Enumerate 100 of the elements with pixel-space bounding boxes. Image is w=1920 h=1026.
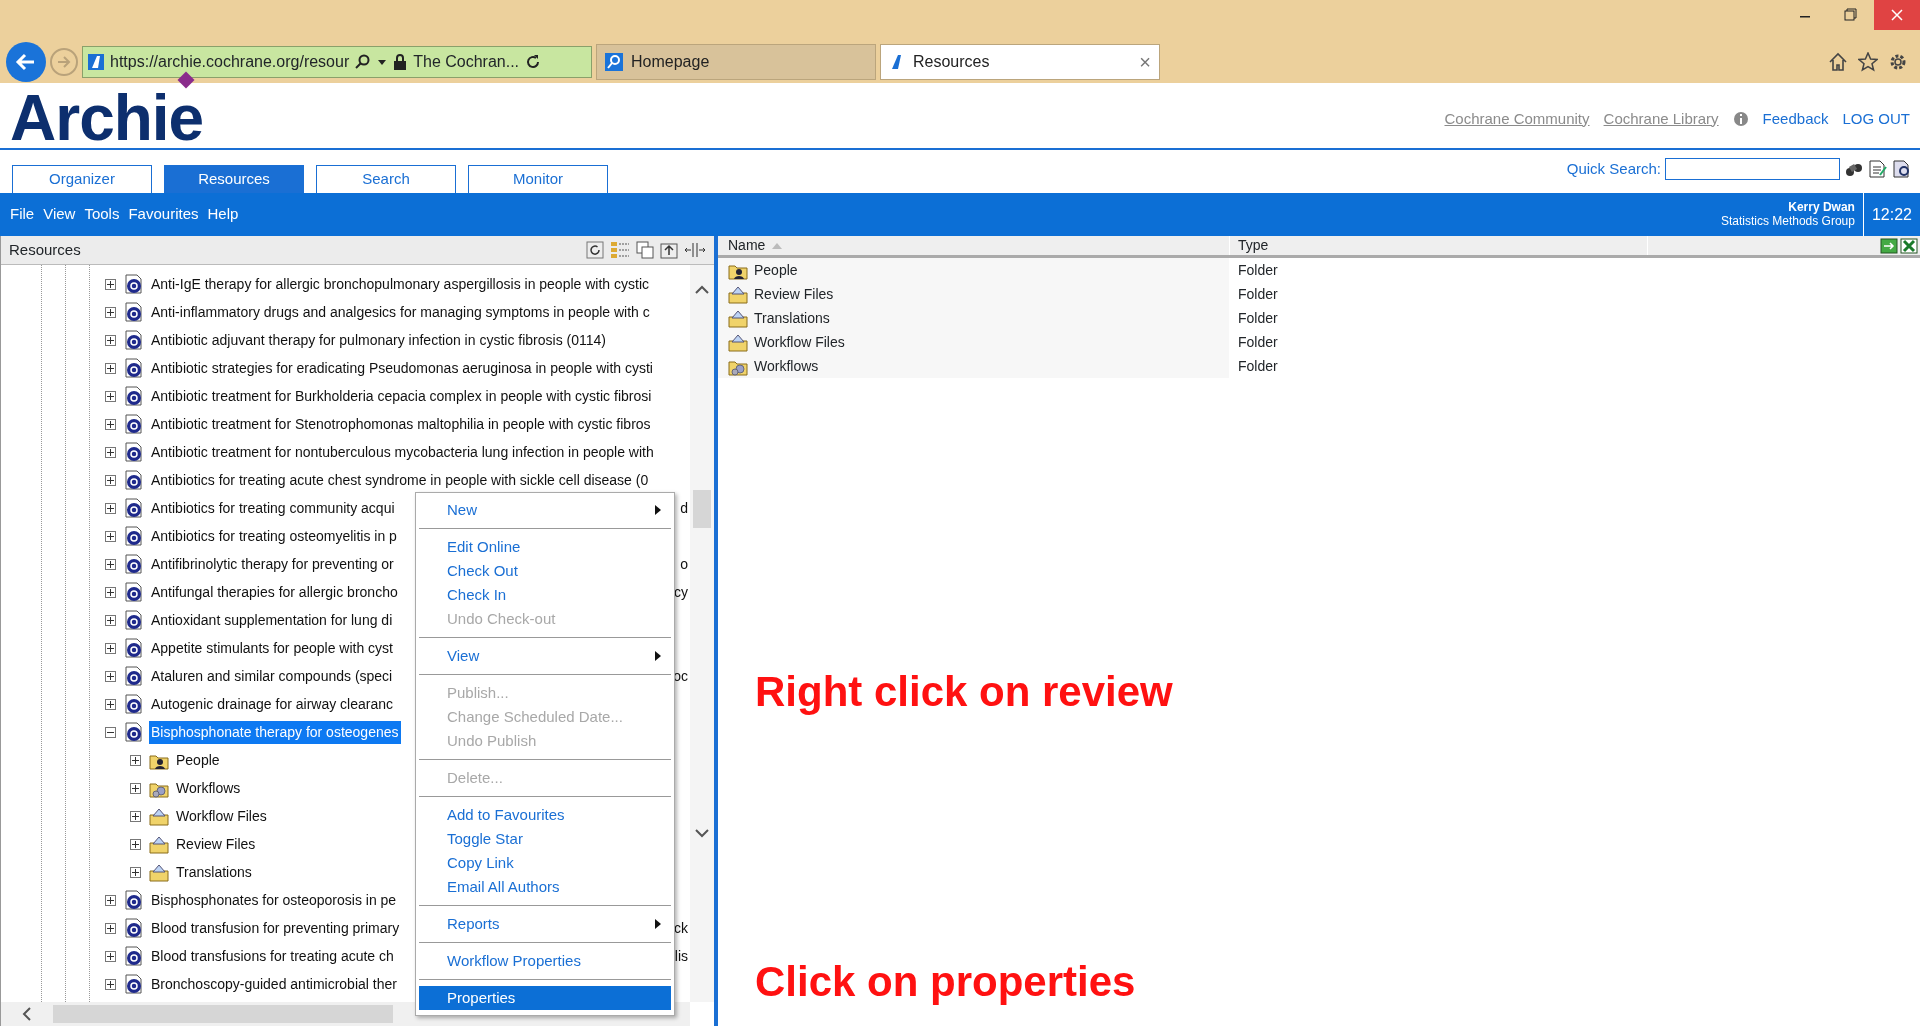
tree-item[interactable]: Autogenic drainage for airway clearanc	[149, 692, 396, 716]
menu-item[interactable]: Help	[207, 203, 239, 226]
expand-icon[interactable]	[105, 446, 116, 458]
refresh-icon[interactable]	[586, 241, 604, 259]
context-menu-item[interactable]: View	[419, 644, 671, 668]
expand-icon[interactable]	[105, 278, 116, 290]
browser-tab[interactable]: Resources ×	[880, 44, 1160, 80]
expand-icon[interactable]	[130, 866, 141, 878]
nav-tab[interactable]: Monitor	[468, 165, 608, 193]
tree-item[interactable]: Antibiotic strategies for eradicating Pseudomonas aeruginosa in people with cysti	[149, 356, 655, 380]
menu-item[interactable]: View	[43, 203, 76, 226]
scroll-up-icon[interactable]	[694, 285, 710, 295]
expand-icon[interactable]	[105, 390, 116, 402]
context-menu-item[interactable]: Check In	[419, 583, 671, 607]
tree-item[interactable]: Antibiotics for treating community acqui	[149, 496, 397, 520]
tree-item[interactable]: Bronchoscopy-guided antimicrobial ther	[149, 972, 399, 996]
expand-icon[interactable]	[105, 614, 116, 626]
tree-item[interactable]: Antioxidant supplementation for lung di	[149, 608, 395, 632]
list-item[interactable]: Workflow Files	[754, 331, 845, 353]
expand-icon[interactable]	[105, 558, 116, 570]
tree-item[interactable]: Antifibrinolytic therapy for preventing or	[149, 552, 396, 576]
context-menu-item[interactable]: Add to Favourites	[419, 803, 671, 827]
expand-icon[interactable]	[105, 894, 116, 906]
tree-item[interactable]: Antibiotic adjuvant therapy for pulmonary infection in cystic fibrosis (0114)	[149, 328, 608, 352]
expand-icon[interactable]	[105, 586, 116, 598]
collapse-icon[interactable]	[105, 726, 116, 738]
expand-icon[interactable]	[105, 698, 116, 710]
context-menu-item[interactable]: New	[419, 498, 671, 522]
tree-item[interactable]: People	[174, 748, 222, 772]
list-item[interactable]: Review Files	[754, 283, 834, 305]
column-header[interactable]: Type	[1238, 235, 1269, 256]
expand-icon[interactable]	[105, 530, 116, 542]
header-link[interactable]: LOG OUT	[1842, 107, 1910, 130]
expand-icon[interactable]	[105, 978, 116, 990]
vertical-scrollbar[interactable]	[690, 265, 714, 1002]
tree-item[interactable]: Antifungal therapies for allergic broncho	[149, 580, 400, 604]
tree-item[interactable]: Anti-IgE therapy for allergic bronchopulmonary aspergillosis in people with cystic	[149, 272, 652, 296]
scroll-left-icon[interactable]	[21, 1006, 33, 1022]
expand-icon[interactable]	[130, 838, 141, 850]
scrollbar-thumb[interactable]	[53, 1005, 393, 1023]
context-menu-item[interactable]: Check Out	[419, 559, 671, 583]
browser-tab[interactable]: Homepage	[596, 44, 876, 80]
tree-item[interactable]: Antibiotic treatment for Stenotrophomonas maltophilia in people with cystic fibros	[149, 412, 653, 436]
export-icon[interactable]	[1880, 237, 1898, 254]
expand-icon[interactable]	[105, 922, 116, 934]
context-menu-item[interactable]: Email All Authors	[419, 875, 671, 899]
tree-item[interactable]: Bisphosphonate therapy for osteogenes	[149, 720, 401, 744]
tree-item[interactable]: Translations	[174, 860, 254, 884]
header-link[interactable]: Feedback	[1762, 107, 1829, 130]
refresh-icon[interactable]	[525, 54, 542, 70]
header-link[interactable]: Cochrane Library	[1603, 107, 1719, 130]
tree-item[interactable]: Blood transfusion for preventing primary	[149, 916, 402, 940]
nav-tab[interactable]: Organizer	[12, 165, 152, 193]
address-bar[interactable]: https://archie.cochrane.org/resour The Cochran...	[82, 46, 592, 78]
list-item[interactable]: People	[754, 259, 798, 281]
expand-icon[interactable]	[105, 362, 116, 374]
tree-item[interactable]: Antibiotic treatment for Burkholderia cepacia complex in people with cystic fibrosi	[149, 384, 654, 408]
expand-icon[interactable]	[105, 670, 116, 682]
tree-item[interactable]: Bisphosphonates for osteoporosis in pe	[149, 888, 399, 912]
tree-item[interactable]: Workflow Files	[174, 804, 269, 828]
menu-item[interactable]: File	[10, 203, 35, 226]
tree-item[interactable]: Antibiotics for treating acute chest syndrome in people with sickle cell disease (0	[149, 468, 651, 492]
tree-item[interactable]: Ataluren and similar compounds (speci	[149, 664, 395, 688]
scrollbar-thumb[interactable]	[693, 490, 711, 528]
context-menu-item[interactable]: Reports	[419, 912, 671, 936]
context-menu-item[interactable]: Copy Link	[419, 851, 671, 875]
expand-icon[interactable]	[130, 754, 141, 766]
archie-logo[interactable]: Archie	[10, 82, 204, 156]
settings-icon[interactable]	[1888, 52, 1908, 72]
nav-tab[interactable]: Search	[316, 165, 456, 193]
tree-item[interactable]: Antibiotic treatment for nontuberculous mycobacteria lung infection in people with	[149, 440, 656, 464]
copy-icon[interactable]	[636, 241, 654, 259]
expand-icon[interactable]	[105, 474, 116, 486]
context-menu-item[interactable]: Edit Online	[419, 535, 671, 559]
expand-icon[interactable]	[105, 502, 116, 514]
document-search-icon[interactable]	[1892, 159, 1912, 180]
expand-icon[interactable]	[130, 810, 141, 822]
menu-item[interactable]: Tools	[84, 203, 120, 226]
excel-icon[interactable]	[1900, 237, 1918, 254]
back-button[interactable]	[6, 42, 46, 82]
tree-item[interactable]: Workflows	[174, 776, 243, 800]
tree-item[interactable]: Antibiotics for treating osteomyelitis in p	[149, 524, 399, 548]
folder-up-icon[interactable]	[660, 241, 678, 259]
scroll-down-icon[interactable]	[694, 828, 710, 838]
expand-icon[interactable]	[105, 642, 116, 654]
info-icon[interactable]	[1732, 110, 1749, 127]
tree-item[interactable]: Appetite stimulants for people with cyst	[149, 636, 395, 660]
column-header[interactable]: Name	[728, 235, 766, 256]
list-item[interactable]: Workflows	[754, 355, 819, 377]
resize-handle-icon[interactable]	[684, 241, 706, 259]
expand-icon[interactable]	[105, 306, 116, 318]
tree-item[interactable]: Anti-inflammatory drugs and analgesics for managing symptoms in people with c	[149, 300, 652, 324]
context-menu-item[interactable]: Workflow Properties	[419, 949, 671, 973]
nav-tab[interactable]: Resources	[164, 165, 304, 193]
star-icon[interactable]	[1858, 52, 1878, 72]
expand-icon[interactable]	[105, 334, 116, 346]
tree-item[interactable]: Blood transfusions for treating acute ch	[149, 944, 396, 968]
list-item[interactable]: Translations	[754, 307, 830, 329]
expand-icon[interactable]	[105, 950, 116, 962]
menu-item[interactable]: Favourites	[128, 203, 199, 226]
